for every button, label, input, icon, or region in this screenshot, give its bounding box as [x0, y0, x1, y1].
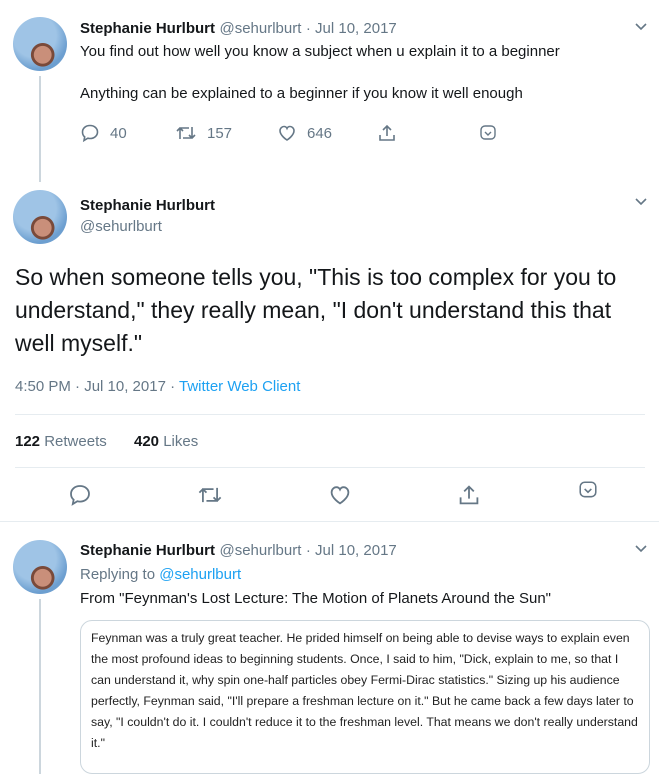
tweet-text: From "Feynman's Lost Lecture: The Motion… [80, 590, 551, 607]
share-icon[interactable] [377, 123, 397, 143]
retweet-count: 157 [207, 124, 233, 142]
quoted-image[interactable]: Feynman was a truly great teacher. He pr… [80, 620, 650, 774]
author-name[interactable]: Stephanie Hurlburt [80, 542, 215, 559]
like-icon[interactable] [328, 483, 352, 507]
quoted-text: Feynman was a truly great teacher. He pr… [91, 631, 638, 750]
tweet-date[interactable]: · Jul 10, 2017 [306, 542, 397, 559]
divider [0, 521, 659, 522]
replying-to-label: Replying to [80, 566, 156, 583]
reply-action[interactable]: 40 [80, 123, 127, 143]
thread-line [39, 76, 41, 182]
tweet-timestamp[interactable]: 4:50 PM · Jul 10, 2017 · [15, 378, 179, 395]
retweets-stat[interactable]: 122 Retweets [15, 433, 107, 450]
tweet-header: Stephanie Hurlburt @sehurlburt · Jul 10,… [80, 542, 397, 560]
author-handle[interactable]: @sehurlburt [219, 542, 301, 559]
replying-to: Replying to @sehurlburt [80, 566, 241, 583]
replying-to-handle[interactable]: @sehurlburt [159, 566, 241, 583]
tweet-header: Stephanie Hurlburt @sehurlburt · Jul 10,… [80, 20, 397, 38]
tweet-client-link[interactable]: Twitter Web Client [179, 378, 300, 395]
tweet-meta: 4:50 PM · Jul 10, 2017 · Twitter Web Cli… [15, 378, 300, 395]
avatar[interactable] [13, 190, 67, 244]
retweet-icon [175, 123, 197, 143]
reply-icon[interactable] [68, 483, 92, 507]
like-action[interactable]: 646 [277, 123, 332, 143]
author-name[interactable]: Stephanie Hurlburt [80, 197, 215, 214]
tweet-text-line-2: Anything can be explained to a beginner … [80, 85, 523, 102]
like-count: 646 [307, 124, 333, 142]
chevron-down-icon[interactable] [634, 197, 648, 207]
retweets-stat-label: Retweets [44, 433, 107, 450]
chevron-down-icon[interactable] [634, 22, 648, 32]
tweet-date[interactable]: · Jul 10, 2017 [306, 20, 397, 37]
bookmark-icon[interactable] [479, 124, 497, 142]
avatar[interactable] [13, 17, 67, 71]
avatar[interactable] [13, 540, 67, 594]
author-name[interactable]: Stephanie Hurlburt [80, 20, 215, 37]
reply-count: 40 [110, 124, 127, 142]
divider [15, 467, 645, 468]
retweets-stat-count: 122 [15, 433, 41, 450]
divider [15, 414, 645, 415]
tweet-text-line-1: You find out how well you know a subject… [80, 43, 560, 60]
author-handle[interactable]: @sehurlburt [219, 20, 301, 37]
like-icon [277, 123, 297, 143]
reply-icon [80, 123, 100, 143]
tweet-main-text: So when someone tells you, "This is too … [15, 264, 617, 356]
retweet-icon[interactable] [197, 483, 223, 507]
thread-line [39, 599, 41, 774]
bookmark-icon[interactable] [578, 480, 598, 500]
likes-stat[interactable]: 420 Likes [134, 433, 198, 450]
retweet-action[interactable]: 157 [175, 123, 232, 143]
chevron-down-icon[interactable] [634, 544, 648, 554]
likes-stat-label: Likes [163, 433, 199, 450]
share-icon[interactable] [457, 483, 481, 507]
likes-stat-count: 420 [134, 433, 160, 450]
author-handle[interactable]: @sehurlburt [80, 218, 162, 235]
